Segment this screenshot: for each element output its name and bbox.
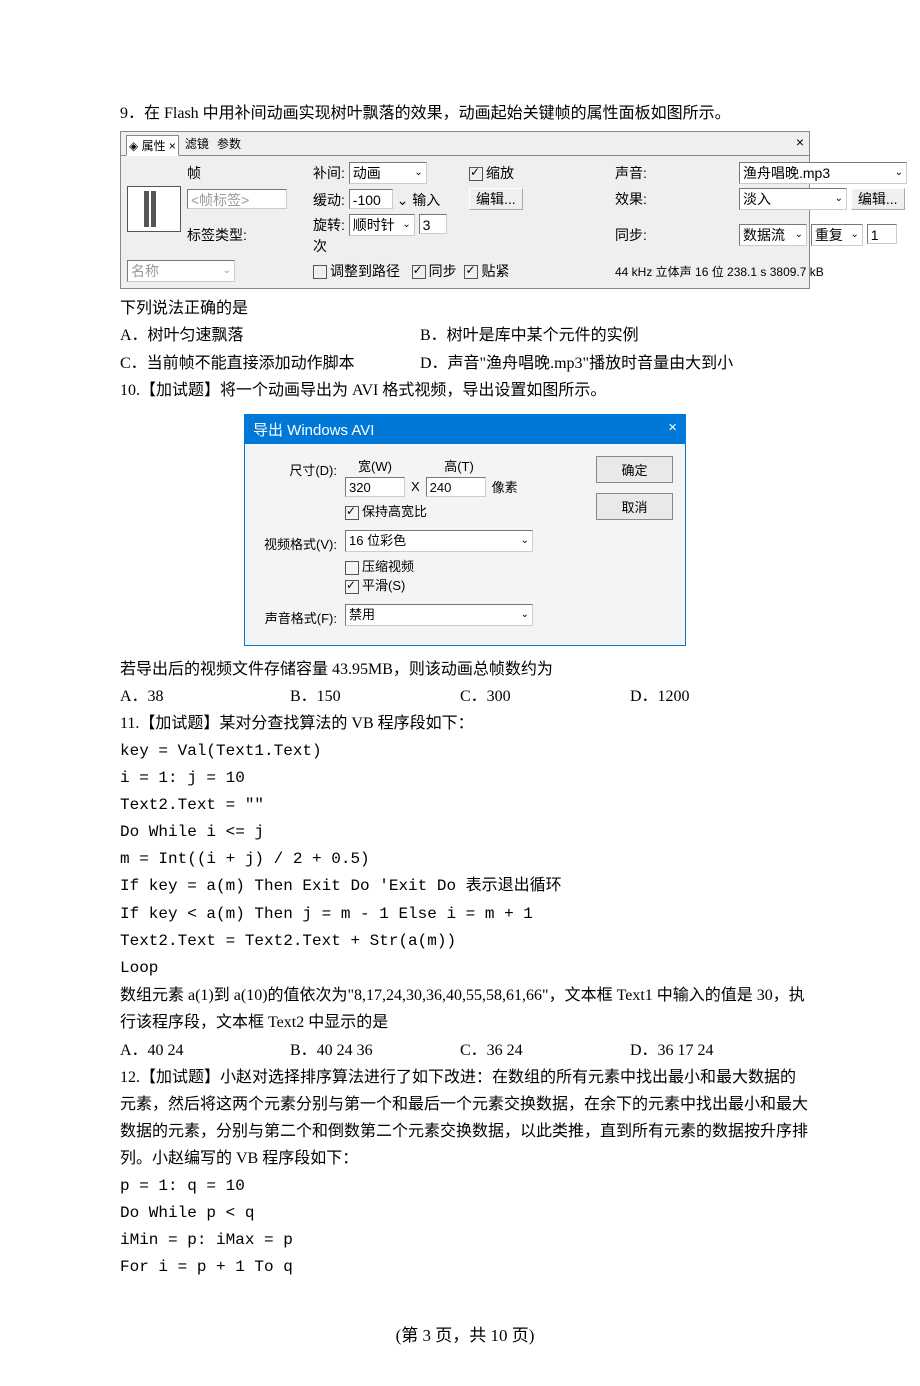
q11-code-8: Loop (120, 955, 810, 982)
sync-dropdown[interactable]: 数据流⌄ (739, 224, 807, 246)
q11-opt-a: A．40 24 (120, 1037, 290, 1064)
q11-opt-d: D．36 17 24 (630, 1037, 800, 1064)
q12-code-3: For i = p + 1 To q (120, 1254, 810, 1281)
window-title: 导出 Windows AVI (253, 419, 374, 440)
chevron-down-icon: ⌄ (895, 163, 903, 183)
size-label: 尺寸(D): (257, 456, 337, 479)
frame-label: 帧 (187, 163, 307, 183)
tab-filters[interactable]: 滤镜 (183, 134, 211, 155)
flash-properties-panel: ◈ 属性 × 滤镜 参数 × 帧 补间: 动画⌄ 缩放 声音: 渔舟唱晚.mp3… (120, 131, 810, 289)
q9-opt-a: A．树叶匀速飘落 (120, 322, 420, 349)
q10-opt-c: C．300 (460, 683, 630, 710)
q11-text: 11.【加试题】某对分查找算法的 VB 程序段如下： (120, 710, 810, 737)
q11-desc: 数组元素 a(1)到 a(10)的值依次为"8,17,24,30,36,40,5… (120, 982, 810, 1036)
q11-code-5: If key = a(m) Then Exit Do 'Exit Do 表示退出… (120, 873, 810, 900)
tween-dropdown[interactable]: 动画⌄ (349, 162, 427, 184)
q11-code-2: Text2.Text = "" (120, 792, 810, 819)
width-input[interactable]: 320 (345, 477, 405, 497)
frame-tag-input[interactable]: <帧标签> (187, 189, 287, 209)
labeltype-label: 标签类型: (187, 225, 307, 245)
rotate-dropdown[interactable]: 顺时针⌄ (349, 214, 415, 236)
compress-checkbox[interactable] (345, 561, 359, 575)
q11-code-6: If key < a(m) Then j = m - 1 Else i = m … (120, 901, 810, 928)
q10-opt-b: B．150 (290, 683, 460, 710)
audio-format-dropdown[interactable]: 禁用⌄ (345, 604, 533, 626)
q9-opt-c: C．当前帧不能直接添加动作脚本 (120, 350, 420, 377)
loop-dropdown[interactable]: 重复⌄ (811, 224, 863, 246)
q12-text: 12.【加试题】小赵对选择排序算法进行了如下改进：在数组的所有元素中找出最小和最… (120, 1064, 810, 1173)
close-icon[interactable]: × (668, 419, 677, 440)
close-icon[interactable]: × (796, 134, 804, 155)
tween-label: 补间: (313, 165, 345, 181)
q11-code-7: Text2.Text = Text2.Text + Str(a(m)) (120, 928, 810, 955)
name-dropdown[interactable]: 名称⌄ (127, 260, 235, 282)
sound-dropdown[interactable]: 渔舟唱晚.mp3⌄ (739, 162, 907, 184)
height-input[interactable]: 240 (426, 477, 486, 497)
q10-text: 10.【加试题】将一个动画导出为 AVI 格式视频，导出设置如图所示。 (120, 377, 810, 404)
adjust-path-checkbox[interactable] (313, 265, 327, 279)
cancel-button[interactable]: 取消 (596, 493, 673, 520)
chevron-down-icon: ⌄ (521, 531, 529, 551)
height-label: 高(T) (429, 456, 489, 475)
q12-code-1: Do While p < q (120, 1200, 810, 1227)
q10-opt-d: D．1200 (630, 683, 800, 710)
loop-count-input[interactable]: 1 (867, 224, 897, 244)
audio-format-label: 声音格式(F): (257, 604, 337, 627)
q11-opt-c: C．36 24 (460, 1037, 630, 1064)
tab-properties[interactable]: ◈ 属性 × (126, 135, 179, 156)
tab-params[interactable]: 参数 (215, 134, 243, 155)
rotate-count-input[interactable]: 3 (419, 214, 447, 234)
chevron-down-icon: ⌄ (402, 215, 410, 235)
chevron-down-icon: ⌄ (795, 225, 803, 245)
chevron-down-icon: ⌄ (851, 225, 859, 245)
snap-checkbox[interactable] (464, 265, 478, 279)
ease-label: 缓动: (313, 192, 345, 208)
ok-button[interactable]: 确定 (596, 456, 673, 483)
q9-opt-d: D．声音"渔舟唱晚.mp3"播放时音量由大到小 (420, 350, 733, 377)
effect-label: 效果: (615, 191, 647, 207)
video-format-dropdown[interactable]: 16 位彩色⌄ (345, 530, 533, 552)
chevron-down-icon: ⌄ (521, 605, 529, 625)
rotate-label: 旋转: (313, 217, 345, 233)
sound-info: 44 kHz 立体声 16 位 238.1 s 3809.7 kB (615, 263, 907, 280)
effect-dropdown[interactable]: 淡入⌄ (739, 188, 847, 210)
width-label: 宽(W) (345, 456, 405, 475)
q10-prompt: 若导出后的视频文件存储容量 43.95MB，则该动画总帧数约为 (120, 656, 810, 683)
smooth-checkbox[interactable] (345, 580, 359, 594)
q11-code-0: key = Val(Text1.Text) (120, 738, 810, 765)
q12-code-2: iMin = p: iMax = p (120, 1227, 810, 1254)
chevron-down-icon: ⌄ (835, 189, 843, 209)
q11-opt-b: B．40 24 36 (290, 1037, 460, 1064)
q10-opt-a: A．38 (120, 683, 290, 710)
page-footer: (第 3 页，共 10 页) (120, 1321, 810, 1346)
q9-text: 9．在 Flash 中用补间动画实现树叶飘落的效果，动画起始关键帧的属性面板如图… (120, 100, 810, 127)
sync-label: 同步: (615, 227, 647, 243)
edit-effect-button[interactable]: 编辑... (851, 188, 905, 210)
q11-code-1: i = 1: j = 10 (120, 765, 810, 792)
export-avi-window: 导出 Windows AVI × 尺寸(D): 宽(W) 高(T) 320 X … (244, 414, 686, 646)
chevron-down-icon: ⌄ (223, 261, 231, 281)
chevron-down-icon: ⌄ (414, 163, 422, 183)
q9-opt-b: B．树叶是库中某个元件的实例 (420, 322, 639, 349)
edit-button[interactable]: 编辑... (469, 188, 523, 210)
chevron-down-icon: ⌄ (397, 192, 409, 208)
sync-checkbox[interactable] (412, 265, 426, 279)
sound-label: 声音: (615, 165, 647, 181)
q12-code-0: p = 1: q = 10 (120, 1173, 810, 1200)
q11-code-4: m = Int((i + j) / 2 + 0.5) (120, 846, 810, 873)
scale-checkbox[interactable] (469, 167, 483, 181)
keep-ratio-checkbox[interactable] (345, 506, 359, 520)
q11-code-3: Do While i <= j (120, 819, 810, 846)
video-format-label: 视频格式(V): (257, 530, 337, 553)
ease-input[interactable]: -100 (349, 189, 393, 209)
q9-prompt: 下列说法正确的是 (120, 295, 810, 322)
frame-thumbnail (127, 186, 181, 232)
